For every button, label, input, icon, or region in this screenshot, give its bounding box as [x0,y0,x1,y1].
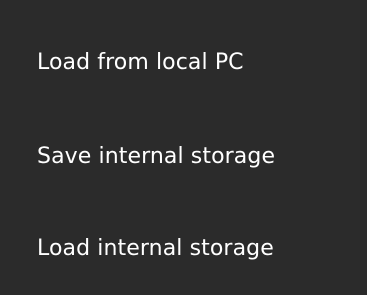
menu-item-load-internal-storage[interactable]: Load internal storage [0,202,367,294]
menu-item-label: Load internal storage [37,235,274,261]
menu-item-load-from-local-pc[interactable]: Load from local PC [0,16,367,108]
menu-item-label: Save internal storage [37,143,276,169]
menu-item-label: Load from local PC [37,49,244,75]
context-menu: Load from local PC Save internal storage… [0,0,367,295]
menu-item-save-internal-storage[interactable]: Save internal storage [0,110,367,202]
